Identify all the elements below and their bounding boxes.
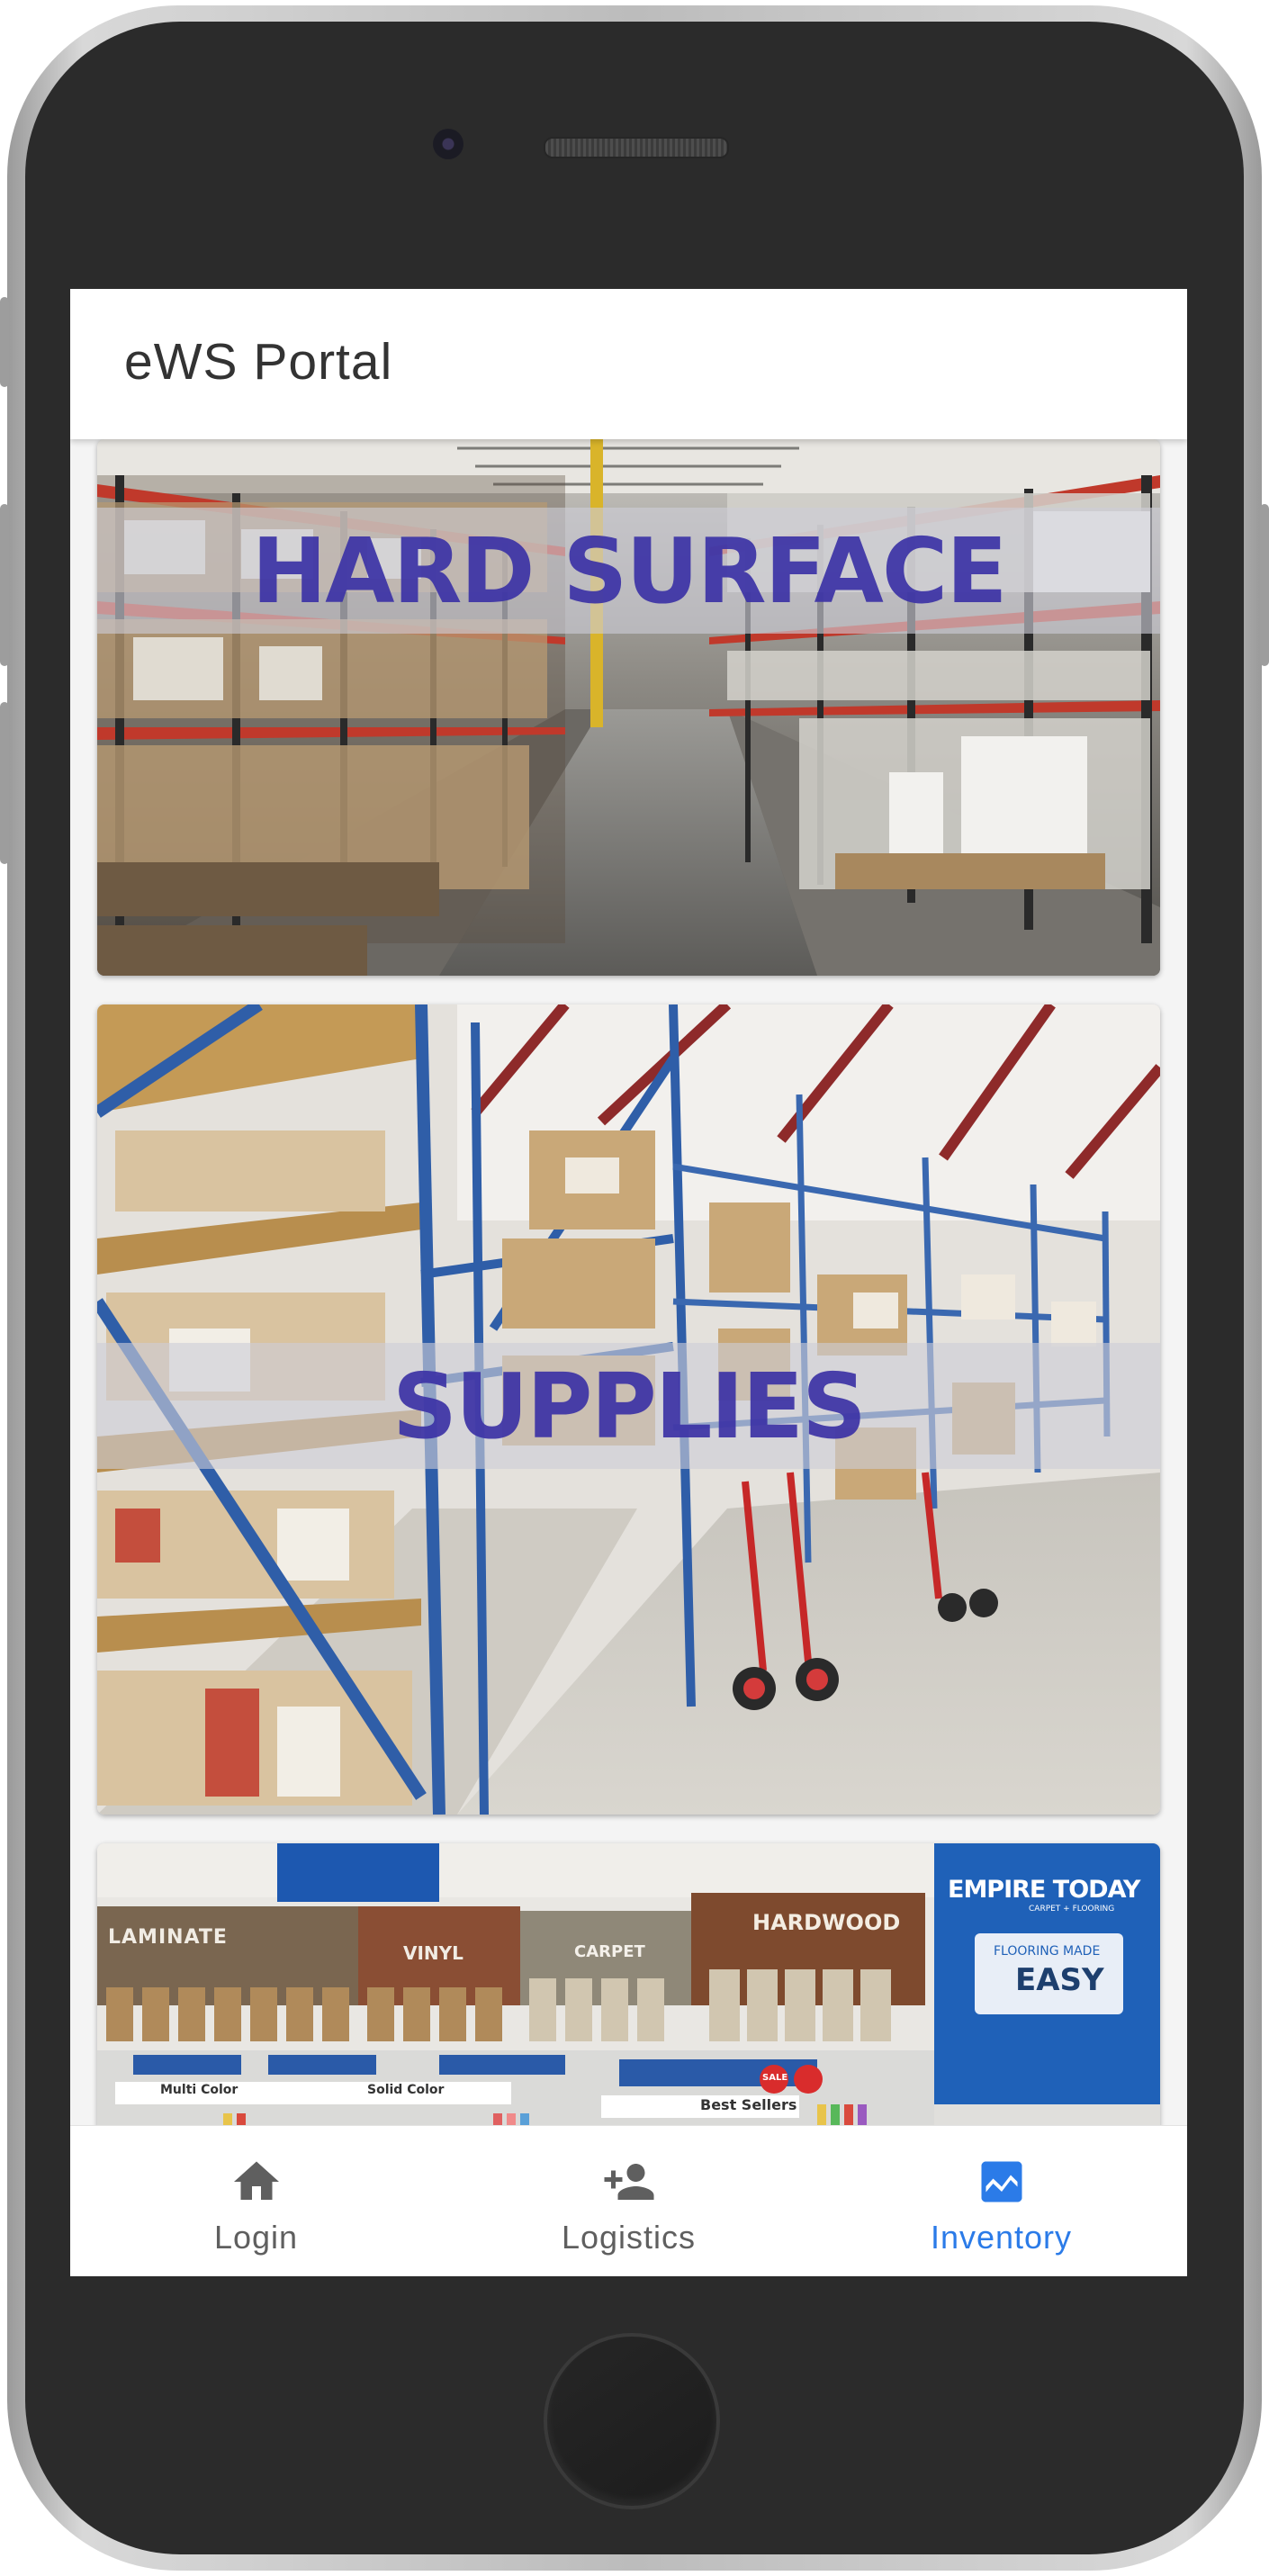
showroom-sign-hardwood: HARDWOOD [752,1910,901,1935]
category-label-band: SUPPLIES [97,1343,1160,1469]
category-card-showroom[interactable]: LAMINATE VINYL CARPET HARDWOOD EMPIRE TO… [97,1843,1160,2126]
sale-tag: SALE [762,2073,788,2083]
category-card-supplies[interactable]: SUPPLIES [97,1004,1160,1815]
counter-sign-solid-color: Solid Color [367,2083,445,2097]
category-label-band: HARD SURFACE [97,508,1160,634]
tagline-big: EASY [1015,1962,1104,1998]
category-card-hard-surface[interactable]: HARD SURFACE [97,439,1160,976]
home-button[interactable] [544,2333,720,2509]
category-list: HARD SURFACE SUPPLIES LAMINATE VINYL CAR… [70,439,1187,2126]
showroom-sign-vinyl: VINYL [403,1942,464,1964]
nav-item-login[interactable]: Login [70,2126,442,2276]
nav-item-logistics[interactable]: Logistics [443,2126,814,2276]
counter-sign-best-sellers: Best Sellers [700,2096,797,2113]
showroom-sign-carpet: CARPET [574,1942,645,1961]
nav-label: Inventory [930,2219,1073,2256]
app-header: eWS Portal [70,289,1187,439]
home-icon [233,2161,279,2200]
side-button-silent [0,297,9,387]
brand-logo: EMPIRE TODAY [948,1876,1140,1904]
tagline-small: FLOORING MADE [994,1944,1101,1959]
side-button-volume-down [0,702,9,864]
person-add-icon [604,2164,653,2200]
earpiece-speaker [544,137,729,158]
bottom-navigation: Login Logistics Inventory [70,2125,1187,2276]
showroom-sign-laminate: LAMINATE [108,1926,228,1949]
side-button-power [1260,504,1269,666]
category-label: HARD SURFACE [251,518,1007,624]
app-title: eWS Portal [124,333,393,391]
app-screen: eWS Portal HARD SURFACE SUPPLIES LAMINAT… [70,289,1187,2276]
nav-item-inventory[interactable]: Inventory [815,2126,1187,2276]
counter-sign-multi-color: Multi Color [160,2083,238,2097]
nav-label: Login [213,2219,299,2256]
category-label: SUPPLIES [392,1353,867,1459]
front-camera [433,129,464,159]
side-button-volume-up [0,504,9,666]
chart-icon [981,2161,1022,2202]
brand-subtitle: CARPET + FLOORING [1029,1905,1115,1914]
nav-label: Logistics [561,2219,697,2256]
